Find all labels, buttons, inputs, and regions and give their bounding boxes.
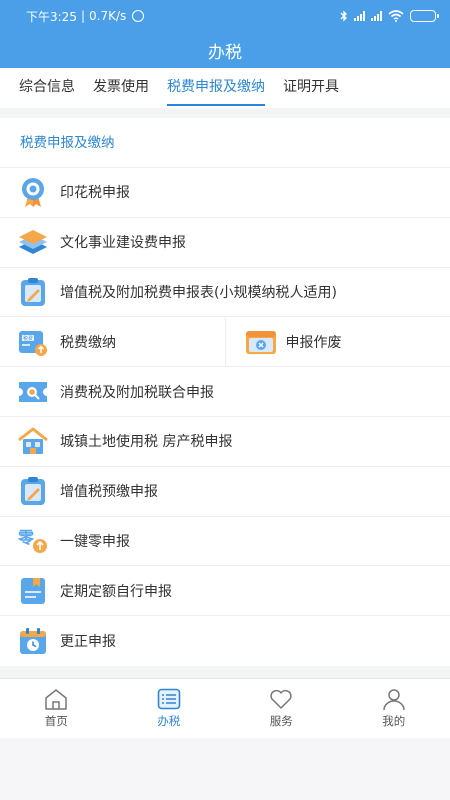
zero-declaration-label: 一键零申报 — [60, 533, 130, 550]
land-property-tax-label: 城镇土地使用税 房产税申报 — [60, 434, 233, 451]
fixed-quota-label: 定期定额自行申报 — [60, 583, 172, 600]
heart-icon — [270, 689, 292, 709]
svg-text:零: 零 — [17, 528, 35, 547]
correction-item[interactable]: 更正申报 — [0, 616, 450, 666]
tax-payment-icon: 税费 — [16, 325, 50, 359]
home-icon — [45, 689, 67, 710]
tab-tax-declaration[interactable]: 税费申报及缴纳 — [158, 68, 274, 108]
service-list: 税费申报及缴纳 印花税申报 文化事业建设费申报 增值税及附加税费申报表(小规模纳… — [0, 118, 450, 666]
nav-home[interactable]: 首页 — [0, 679, 113, 738]
clipboard-pen-icon — [16, 474, 50, 508]
list-icon — [157, 688, 181, 710]
nav-service-label: 服务 — [269, 714, 293, 728]
tab-general-info[interactable]: 综合信息 — [10, 68, 84, 108]
user-icon — [383, 689, 405, 711]
vat-prepay-item[interactable]: 增值税预缴申报 — [0, 467, 450, 517]
fixed-quota-item[interactable]: 定期定额自行申报 — [0, 566, 450, 617]
svg-text:税费: 税费 — [23, 335, 33, 342]
nav-tax-label: 办税 — [157, 714, 181, 728]
signal-icon — [354, 11, 365, 21]
tax-payment-label: 税费缴纳 — [60, 334, 116, 351]
zero-declaration-item[interactable]: 零 一键零申报 — [0, 517, 450, 567]
culture-fee-label: 文化事业建设费申报 — [60, 235, 186, 252]
vat-small-scale-label: 增值税及附加税费申报表(小规模纳税人适用) — [60, 284, 337, 301]
stamp-tax-label: 印花税申报 — [60, 185, 130, 202]
vat-small-scale-item[interactable]: 增值税及附加税费申报表(小规模纳税人适用) — [0, 268, 450, 318]
tab-invoice-use[interactable]: 发票使用 — [84, 68, 158, 108]
bookmark-doc-icon — [16, 574, 50, 608]
vat-prepay-label: 增值税预缴申报 — [60, 484, 158, 501]
clipboard-pen-icon — [16, 275, 50, 309]
split-row: 税费 税费缴纳 申报作废 — [0, 317, 450, 368]
app-header: 办税 — [0, 32, 450, 68]
nav-service[interactable]: 服务 — [225, 679, 338, 738]
house-icon — [16, 424, 50, 458]
tab-certificates[interactable]: 证明开具 — [274, 68, 348, 108]
correction-label: 更正申报 — [60, 634, 116, 651]
stamp-tax-item[interactable]: 印花税申报 — [0, 168, 450, 218]
tab-bar: 综合信息 发票使用 税费申报及缴纳 证明开具 — [0, 68, 450, 108]
tax-payment-item[interactable]: 税费 税费缴纳 — [0, 317, 225, 366]
alarm-icon — [132, 10, 145, 22]
system-footer — [0, 738, 450, 800]
void-declaration-label: 申报作废 — [285, 334, 342, 351]
section-title: 税费申报及缴纳 — [0, 118, 450, 168]
nav-home-label: 首页 — [44, 714, 68, 728]
status-bar: 下午3:25 | 0.7K/s — [0, 0, 450, 32]
stamp-medal-icon — [16, 175, 50, 209]
bottom-navigation: 首页 办税 服务 我的 — [0, 678, 450, 738]
wifi-icon — [388, 10, 404, 22]
page-title: 办税 — [208, 42, 242, 63]
bluetooth-icon — [340, 10, 347, 22]
nav-tax[interactable]: 办税 — [113, 679, 226, 738]
consumption-tax-item[interactable]: 消费税及附加税联合申报 — [0, 367, 450, 417]
layers-icon — [16, 225, 50, 259]
calendar-clock-icon — [16, 624, 50, 658]
network-speed: 0.7K/s — [89, 9, 127, 23]
culture-fee-item[interactable]: 文化事业建设费申报 — [0, 218, 450, 268]
battery-icon — [410, 10, 439, 22]
void-declaration-item[interactable]: 申报作废 — [224, 317, 450, 367]
land-property-tax-item[interactable]: 城镇土地使用税 房产税申报 — [0, 417, 450, 467]
status-time: 下午3:25 — [26, 9, 77, 24]
zero-upload-icon: 零 — [16, 524, 50, 558]
ticket-search-icon — [16, 375, 50, 409]
nav-mine-label: 我的 — [382, 714, 406, 728]
nav-mine[interactable]: 我的 — [338, 679, 450, 738]
void-window-icon — [244, 325, 278, 359]
signal-icon — [371, 11, 382, 21]
consumption-tax-label: 消费税及附加税联合申报 — [60, 384, 214, 401]
